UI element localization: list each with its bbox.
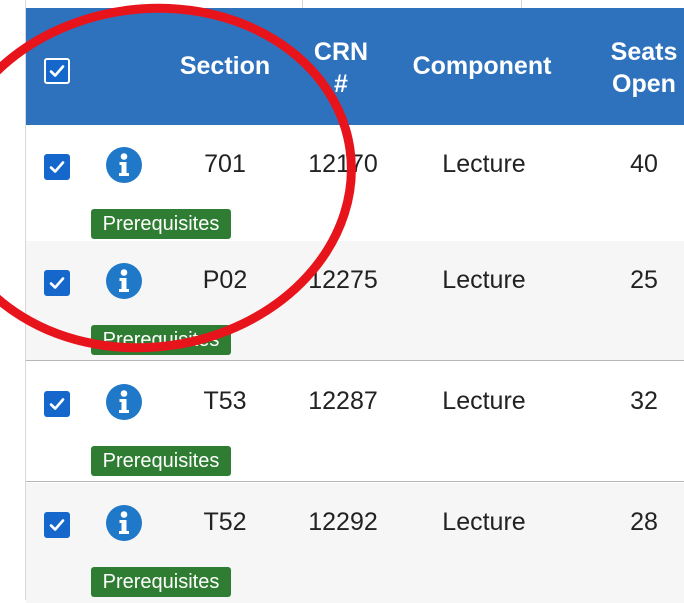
column-divider	[521, 0, 522, 8]
header-crn-line1: CRN	[313, 38, 369, 66]
prerequisites-badge[interactable]: Prerequisites	[91, 446, 231, 476]
section-cell: T52	[203, 508, 247, 536]
table-row: 701 12170 Lecture 40 Prerequisites	[26, 125, 684, 245]
top-strip	[0, 0, 684, 8]
check-icon	[49, 161, 65, 173]
info-icon[interactable]	[106, 505, 142, 541]
check-icon	[49, 277, 65, 289]
section-cell: T53	[203, 387, 247, 415]
column-divider	[302, 0, 303, 8]
section-cell: 701	[204, 150, 246, 178]
row-checkbox[interactable]	[44, 391, 70, 417]
section-cell: P02	[202, 266, 248, 294]
crn-cell: 12170	[308, 150, 378, 178]
table-row: T53 12287 Lecture 32 Prerequisites	[26, 362, 684, 482]
header-crn-line2: #	[334, 70, 348, 98]
header-seats-line1: Seats	[610, 38, 678, 66]
table-row: T52 12292 Lecture 28 Prerequisites	[26, 483, 684, 603]
check-icon	[49, 398, 65, 410]
table-row: P02 12275 Lecture 25 Prerequisites	[26, 241, 684, 361]
header-seats-line2: Open	[612, 70, 676, 98]
prerequisites-badge[interactable]: Prerequisites	[91, 325, 231, 355]
header-seats-open[interactable]: Seats Open	[598, 36, 684, 100]
header-section[interactable]: Section	[178, 50, 272, 82]
component-cell: Lecture	[442, 387, 526, 415]
crn-cell: 12292	[308, 508, 378, 536]
select-all-checkbox[interactable]	[44, 58, 70, 84]
row-checkbox[interactable]	[44, 270, 70, 296]
seats-open-cell: 28	[630, 508, 658, 536]
row-checkbox[interactable]	[44, 154, 70, 180]
component-cell: Lecture	[442, 508, 526, 536]
prerequisites-badge[interactable]: Prerequisites	[91, 567, 231, 597]
prerequisites-badge[interactable]: Prerequisites	[91, 209, 231, 239]
row-checkbox[interactable]	[44, 512, 70, 538]
seats-open-cell: 32	[630, 387, 658, 415]
table-header: Section CRN # Component Seats Open	[26, 8, 684, 125]
check-icon	[49, 65, 65, 77]
info-icon[interactable]	[106, 263, 142, 299]
component-cell: Lecture	[442, 150, 526, 178]
seats-open-cell: 40	[630, 150, 658, 178]
header-component[interactable]: Component	[404, 50, 560, 82]
header-crn[interactable]: CRN #	[296, 36, 386, 100]
seats-open-cell: 25	[630, 266, 658, 294]
component-cell: Lecture	[442, 266, 526, 294]
crn-cell: 12287	[308, 387, 378, 415]
info-icon[interactable]	[106, 384, 142, 420]
info-icon[interactable]	[106, 147, 142, 183]
check-icon	[49, 519, 65, 531]
crn-cell: 12275	[308, 266, 378, 294]
